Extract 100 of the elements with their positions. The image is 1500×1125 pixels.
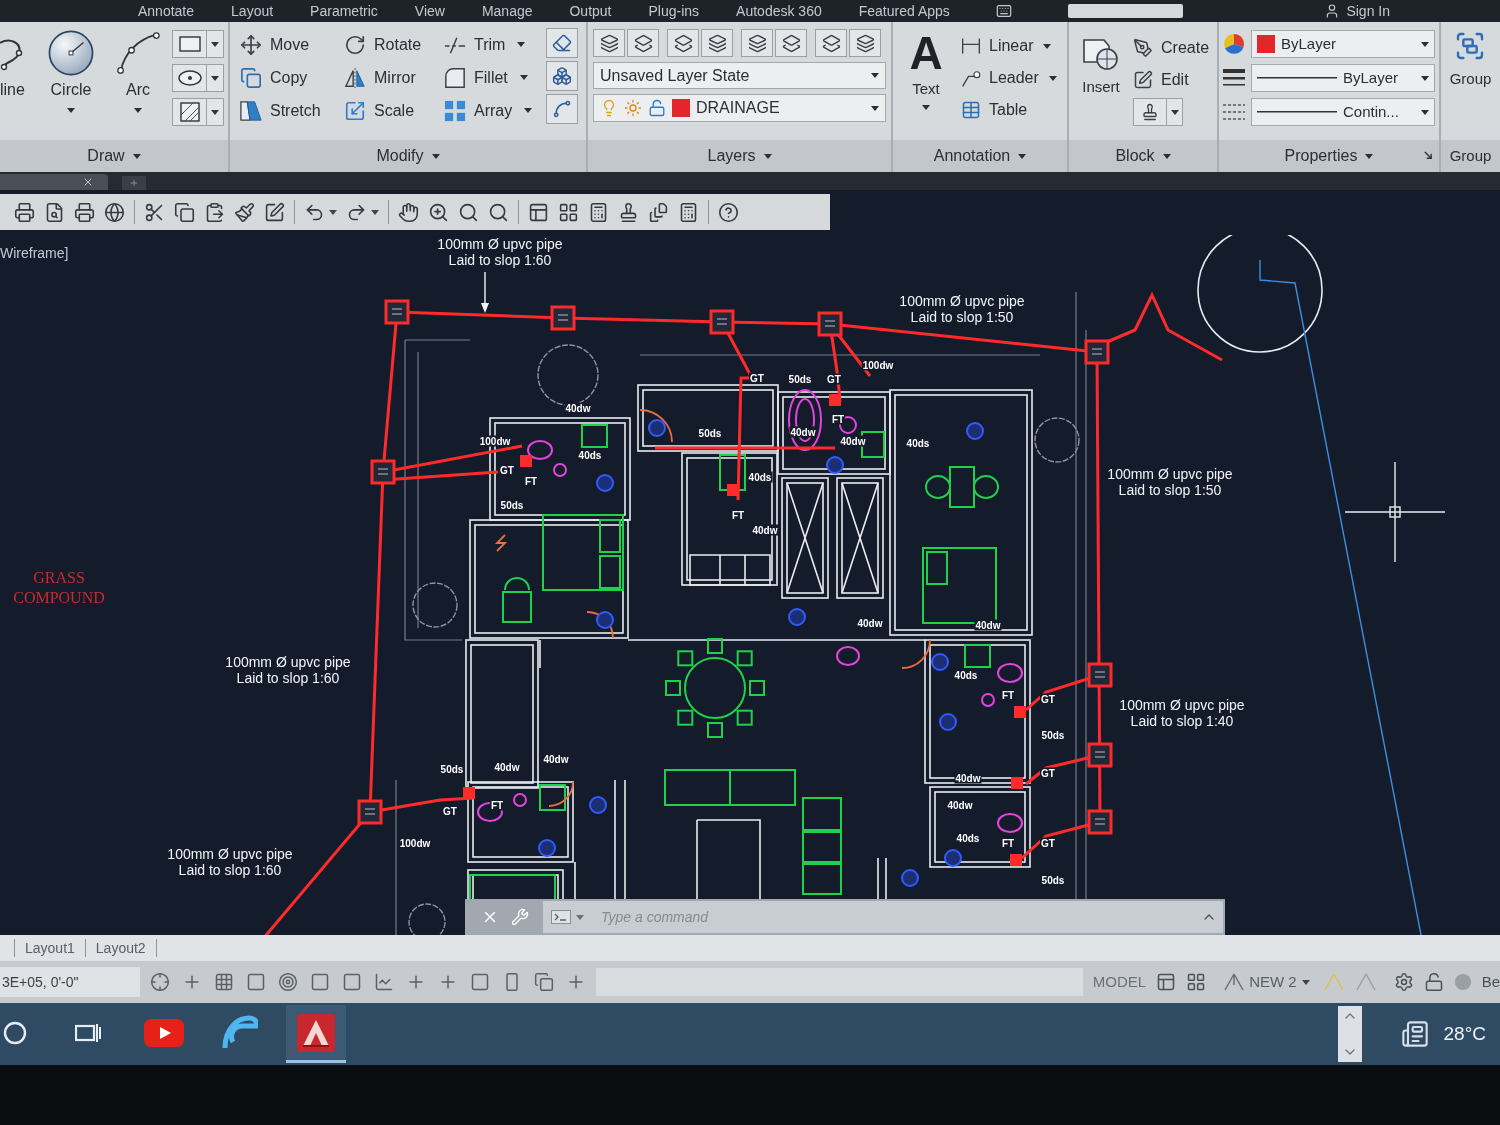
scroll-control[interactable] [1337,1006,1362,1062]
modify-tool-button[interactable]: Rotate [344,32,422,57]
panel-icon[interactable] [528,201,549,223]
panel-icon[interactable] [1156,972,1177,992]
annotation-tool-button[interactable]: Leader [961,62,1057,94]
modify-tool-button[interactable]: Trim [444,32,526,57]
insert-tool-button[interactable]: Insert [1075,32,1127,140]
ribbon-tab[interactable]: Autodesk 360 [736,2,822,20]
layout-tab[interactable]: Layout1 [15,937,85,959]
launcher-arrow-icon[interactable] [1424,151,1433,160]
modify-tool-button[interactable]: Move [240,32,310,57]
icon-button[interactable] [775,29,807,57]
block-tool-button[interactable]: Edit [1133,64,1210,96]
zoom-icon[interactable] [428,201,449,223]
square-icon[interactable] [470,972,490,992]
ribbon-tab[interactable]: Plug-ins [648,2,700,20]
ribbon-tab[interactable]: Manage [481,2,533,20]
icon-button[interactable] [593,29,625,57]
document-search-icon[interactable] [44,201,65,223]
target-icon[interactable] [278,972,298,992]
icon-button[interactable] [546,94,578,124]
close-icon[interactable] [82,176,94,188]
four-squares-icon[interactable] [1186,972,1207,992]
modify-tool-button[interactable]: Copy [240,65,308,90]
calculator-icon[interactable] [588,201,609,223]
paintbrush-icon[interactable] [234,201,255,223]
keyboard-icon[interactable] [994,3,1013,19]
globe-icon[interactable] [104,201,125,223]
crosshair-icon[interactable] [150,972,170,992]
color-dropdown[interactable]: ByLayer [1251,30,1435,58]
icon-button[interactable] [546,28,578,58]
group-tool-button[interactable]: Group [1449,30,1492,140]
ribbon-tab[interactable]: Annotate [138,2,195,20]
ribbon-tab[interactable]: Featured Apps [858,2,950,20]
split-button[interactable] [172,30,224,58]
modify-tool-button[interactable]: Scale [344,98,415,123]
draw-tool-button[interactable]: Arc [112,28,164,128]
taskbar-button[interactable] [286,1005,346,1063]
weather-text[interactable]: 28°C [1443,1019,1486,1049]
panel-title[interactable]: Draw [87,144,141,168]
square-icon[interactable] [310,972,330,992]
icon-button[interactable] [546,61,578,91]
ribbon-tab[interactable]: Parametric [310,2,378,20]
command-input[interactable]: Type a command [543,901,1223,933]
paste-icon[interactable] [204,201,225,223]
stacked-files-icon[interactable] [648,201,669,223]
cut-icon[interactable] [144,201,165,223]
modify-tool-button[interactable]: Array [444,98,533,123]
annotation-tool-button[interactable]: Table [961,94,1057,126]
search-field[interactable] [1067,4,1183,18]
square-icon[interactable] [342,972,362,992]
help-icon[interactable] [718,201,739,223]
square-icon[interactable] [246,972,266,992]
stamp-icon[interactable] [618,201,639,223]
modify-tool-button[interactable]: Stretch [240,98,321,123]
workspace-button[interactable]: NEW 2 [1224,970,1310,994]
layout-tab[interactable]: Layout2 [85,937,156,959]
overlap-squares-icon[interactable] [534,972,554,992]
search-icon[interactable] [488,201,509,223]
ribbon-tab[interactable]: View [414,2,445,20]
hand-icon[interactable] [398,201,419,223]
layer-dropdown[interactable]: DRAINAGE [593,94,886,122]
viewport-label[interactable]: Wireframe] [0,243,69,264]
drawing-canvas[interactable] [0,235,1500,935]
icon-button[interactable] [815,29,847,57]
icon-button[interactable] [701,29,733,57]
draw-tool-button[interactable]: line [0,28,32,128]
modify-tool-button[interactable]: Fillet [444,65,528,90]
panel-title[interactable]: Properties [1284,144,1374,168]
grid-icon[interactable] [214,972,234,992]
lineweight-dropdown[interactable]: ByLayer [1251,64,1435,92]
settings-icon[interactable] [1393,972,1414,992]
panel-title[interactable]: Layers [707,144,772,168]
panel-title[interactable]: Annotation [933,144,1027,168]
unlocked-padlock-icon[interactable] [1423,972,1444,992]
printer-icon[interactable] [14,201,35,223]
split-button[interactable] [172,64,224,92]
ribbon-tab[interactable]: Layout [231,2,274,20]
split-button[interactable] [172,98,224,126]
copy-icon[interactable] [174,201,195,223]
grid-icon[interactable] [558,201,579,223]
ribbon-tab[interactable]: Output [569,2,612,20]
printer-icon[interactable] [74,201,95,223]
panel-title[interactable]: Block [1115,144,1171,168]
panel-title[interactable]: Modify [376,144,440,168]
calculator-icon[interactable] [678,201,699,223]
annotation-tool-button[interactable]: Linear [961,30,1057,62]
linetype-dropdown[interactable]: Contin... [1251,98,1435,126]
icon-button[interactable] [849,29,881,57]
layer-state-dropdown[interactable]: Unsaved Layer State [593,62,886,89]
modify-tool-button[interactable]: Mirror [344,65,416,90]
sign-in-link[interactable]: Sign In [1346,0,1390,22]
icon-button[interactable] [667,29,699,57]
draw-tool-button[interactable]: Circle [36,28,106,128]
search-icon[interactable] [458,201,479,223]
block-tool-button[interactable]: Create [1133,32,1210,64]
chart-icon[interactable] [374,972,394,992]
text-tool-button[interactable]: A Text [897,28,955,140]
edit-icon[interactable] [264,201,285,223]
split-button[interactable] [1133,98,1183,126]
